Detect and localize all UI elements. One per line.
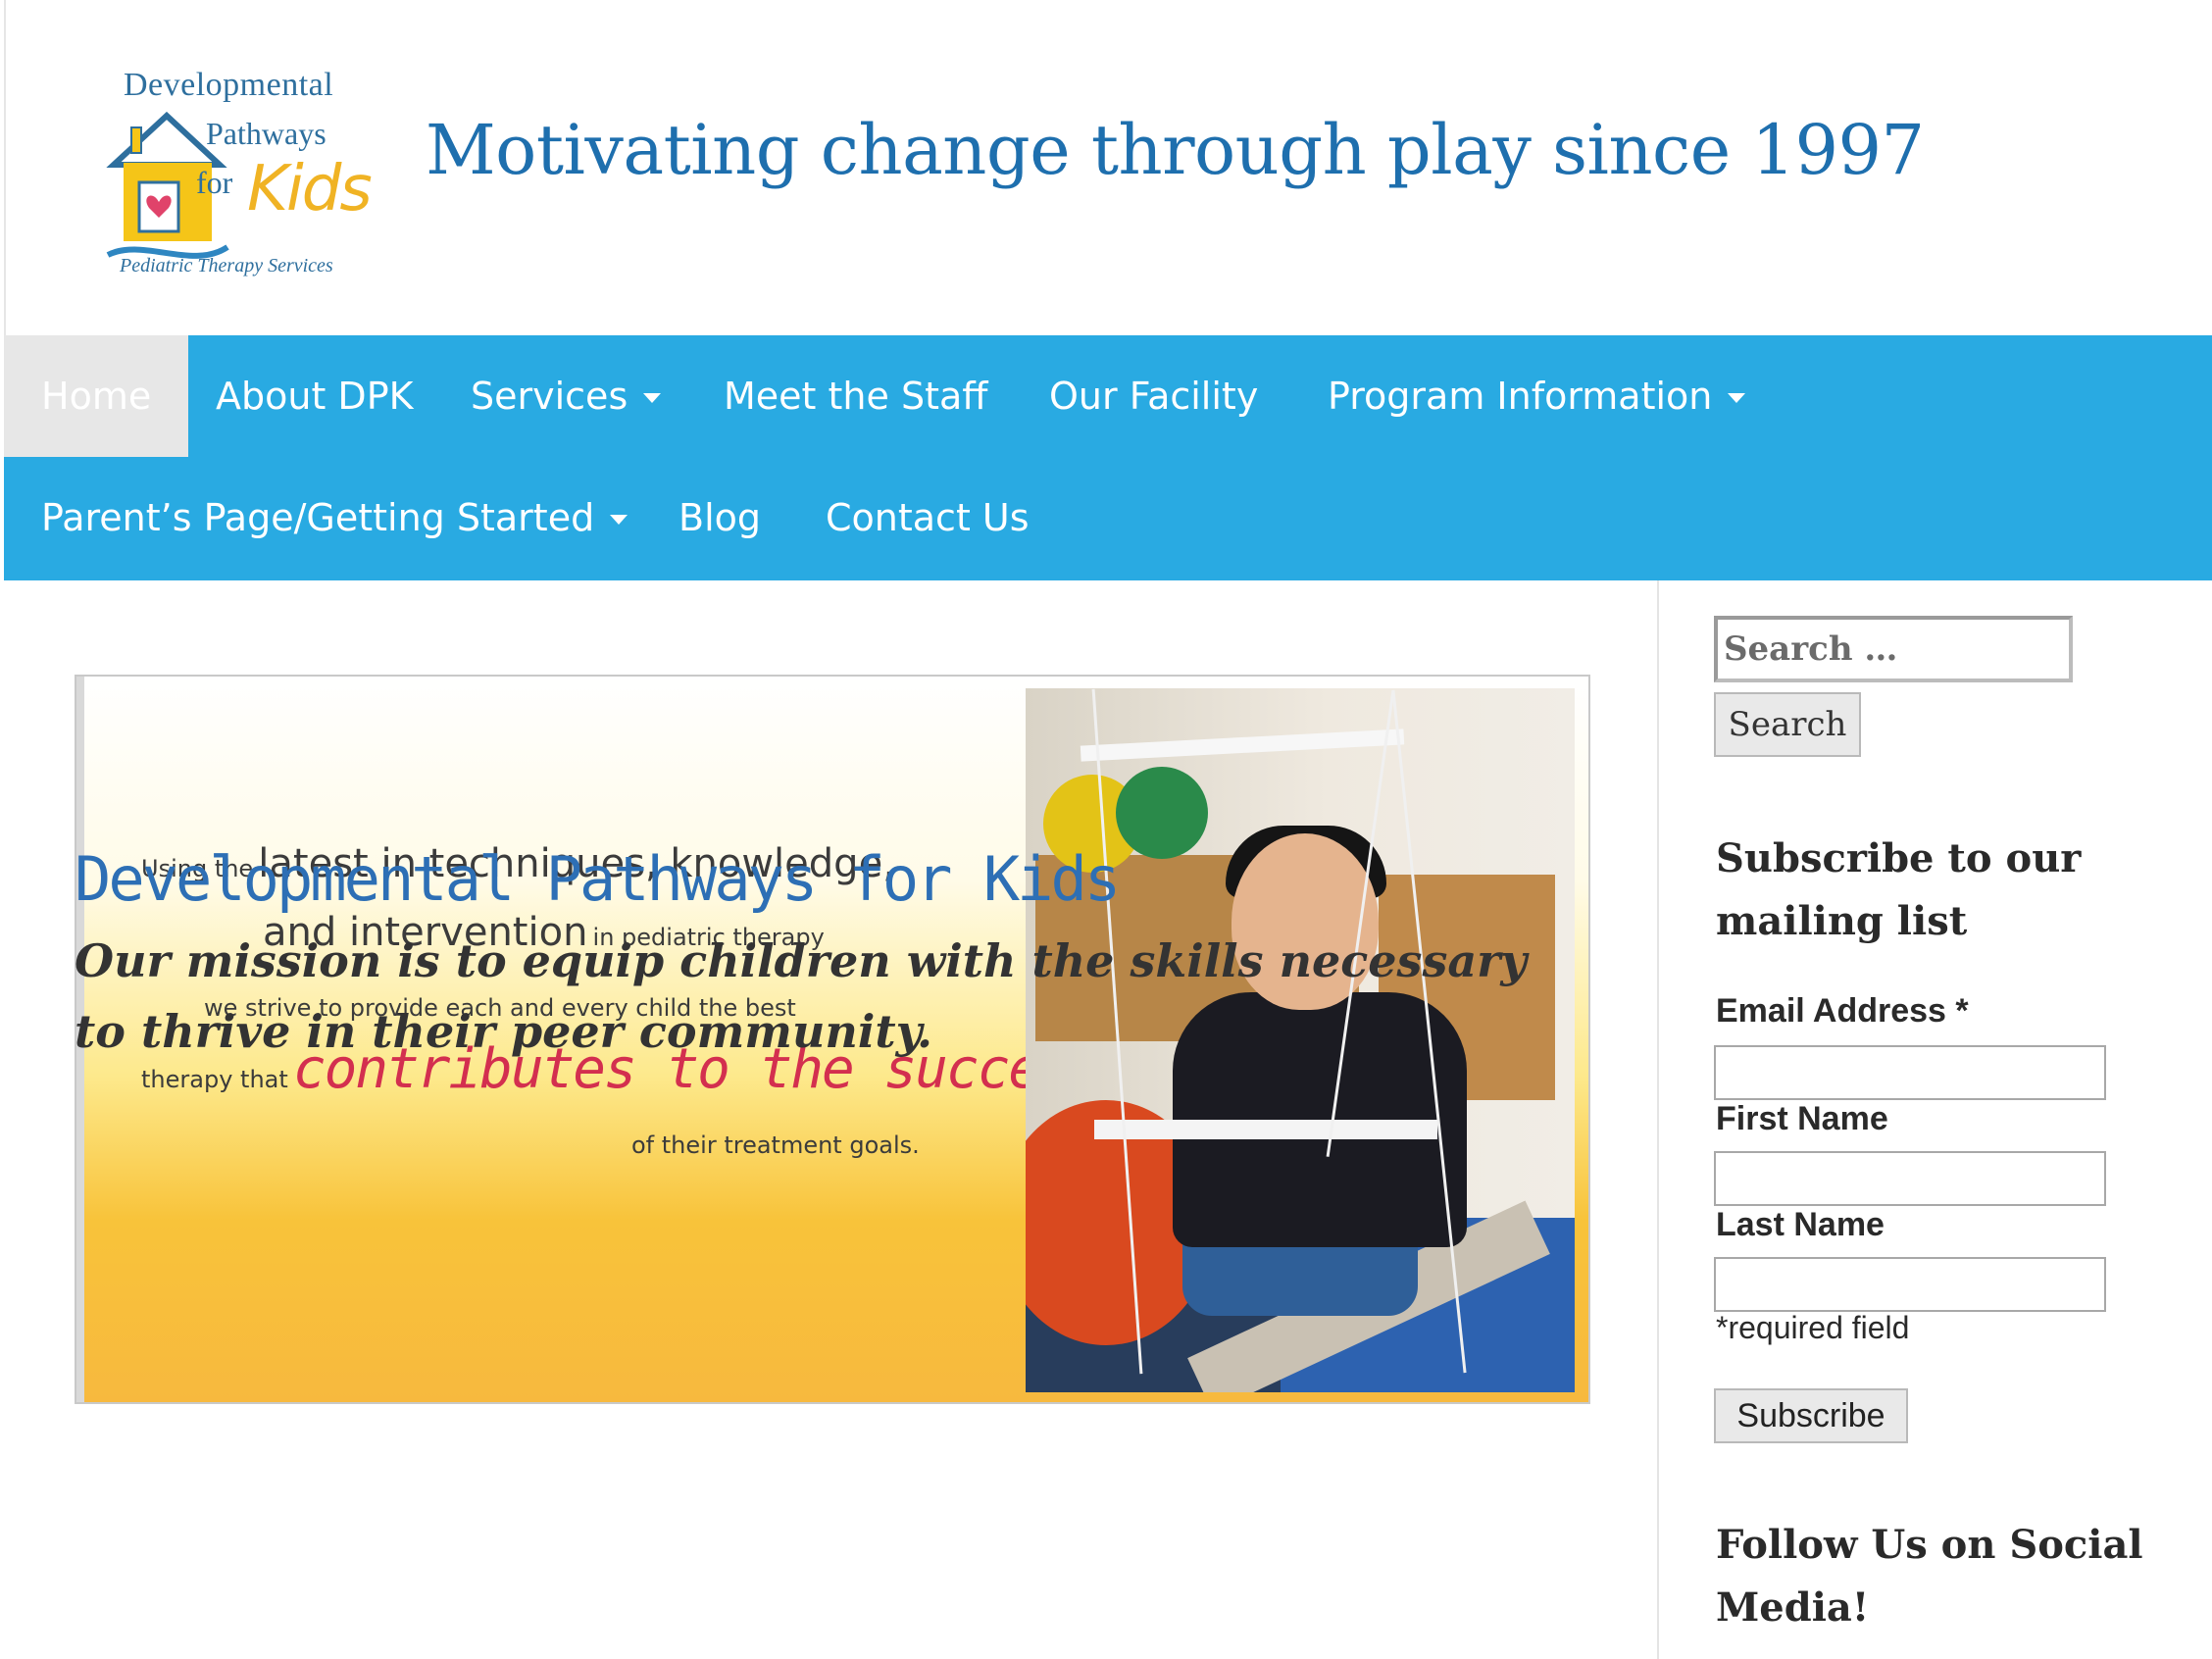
required-field-note: *required field xyxy=(1716,1310,1910,1345)
site-header: Developmental Pathways for Kids Pediatri… xyxy=(4,0,2212,335)
logo-subtitle: Pediatric Therapy Services xyxy=(120,255,333,276)
nav-meet-the-staff-label: Meet the Staff xyxy=(724,375,988,418)
caret-down-icon xyxy=(643,393,662,403)
nav-program-information[interactable]: Program Information xyxy=(1328,335,1746,457)
logo-text-kids: Kids xyxy=(247,153,373,226)
search-input[interactable] xyxy=(1714,616,2073,682)
nav-blog[interactable]: Blog xyxy=(679,457,761,578)
logo-text-for: for xyxy=(196,165,233,200)
logo-text-developmental: Developmental xyxy=(124,67,334,103)
search-button[interactable]: Search xyxy=(1714,692,1861,757)
banner-line-5: of their treatment goals. xyxy=(631,1131,920,1159)
main-navigation: Home About DPK Services Meet the Staff O… xyxy=(4,335,2212,580)
caret-down-icon xyxy=(610,515,628,525)
nav-parents-page-label: Parent’s Page/Getting Started xyxy=(41,496,595,539)
sidebar-divider xyxy=(1657,580,1659,1659)
nav-contact-us[interactable]: Contact Us xyxy=(826,457,1030,578)
email-label: Email Address * xyxy=(1716,992,1969,1030)
email-field[interactable] xyxy=(1714,1045,2106,1100)
nav-home-label: Home xyxy=(41,375,152,418)
nav-about-dpk[interactable]: About DPK xyxy=(216,335,414,457)
nav-blog-label: Blog xyxy=(679,496,761,539)
last-name-label: Last Name xyxy=(1716,1206,1885,1243)
nav-our-facility-label: Our Facility xyxy=(1049,375,1259,418)
nav-home[interactable]: Home xyxy=(4,335,189,457)
nav-parents-page[interactable]: Parent’s Page/Getting Started xyxy=(41,457,628,578)
mission-statement: Our mission is to equip children with th… xyxy=(75,934,1528,1058)
logo-text-pathways: Pathways xyxy=(206,116,327,151)
last-name-field[interactable] xyxy=(1714,1257,2106,1312)
nav-contact-us-label: Contact Us xyxy=(826,496,1030,539)
site-logo[interactable]: Developmental Pathways for Kids Pediatri… xyxy=(104,61,373,286)
nav-program-information-label: Program Information xyxy=(1328,375,1713,418)
social-media-title: Follow Us on Social Media! xyxy=(1716,1522,2143,1631)
nav-our-facility[interactable]: Our Facility xyxy=(1049,335,1258,457)
site-title: Developmental Pathways for Kids xyxy=(75,843,1121,915)
subscribe-title: Subscribe to our mailing list xyxy=(1716,835,2082,944)
nav-services[interactable]: Services xyxy=(471,335,662,457)
caret-down-icon xyxy=(1728,393,1746,403)
first-name-field[interactable] xyxy=(1714,1151,2106,1206)
nav-services-label: Services xyxy=(471,375,628,418)
main-content: Using the latest in techniques, knowledg… xyxy=(4,580,1657,1659)
first-name-label: First Name xyxy=(1716,1100,1888,1137)
nav-meet-the-staff[interactable]: Meet the Staff xyxy=(724,335,987,457)
site-tagline: Motivating change through play since 199… xyxy=(426,110,1925,190)
nav-about-dpk-label: About DPK xyxy=(216,375,414,418)
subscribe-button[interactable]: Subscribe xyxy=(1714,1388,1908,1443)
